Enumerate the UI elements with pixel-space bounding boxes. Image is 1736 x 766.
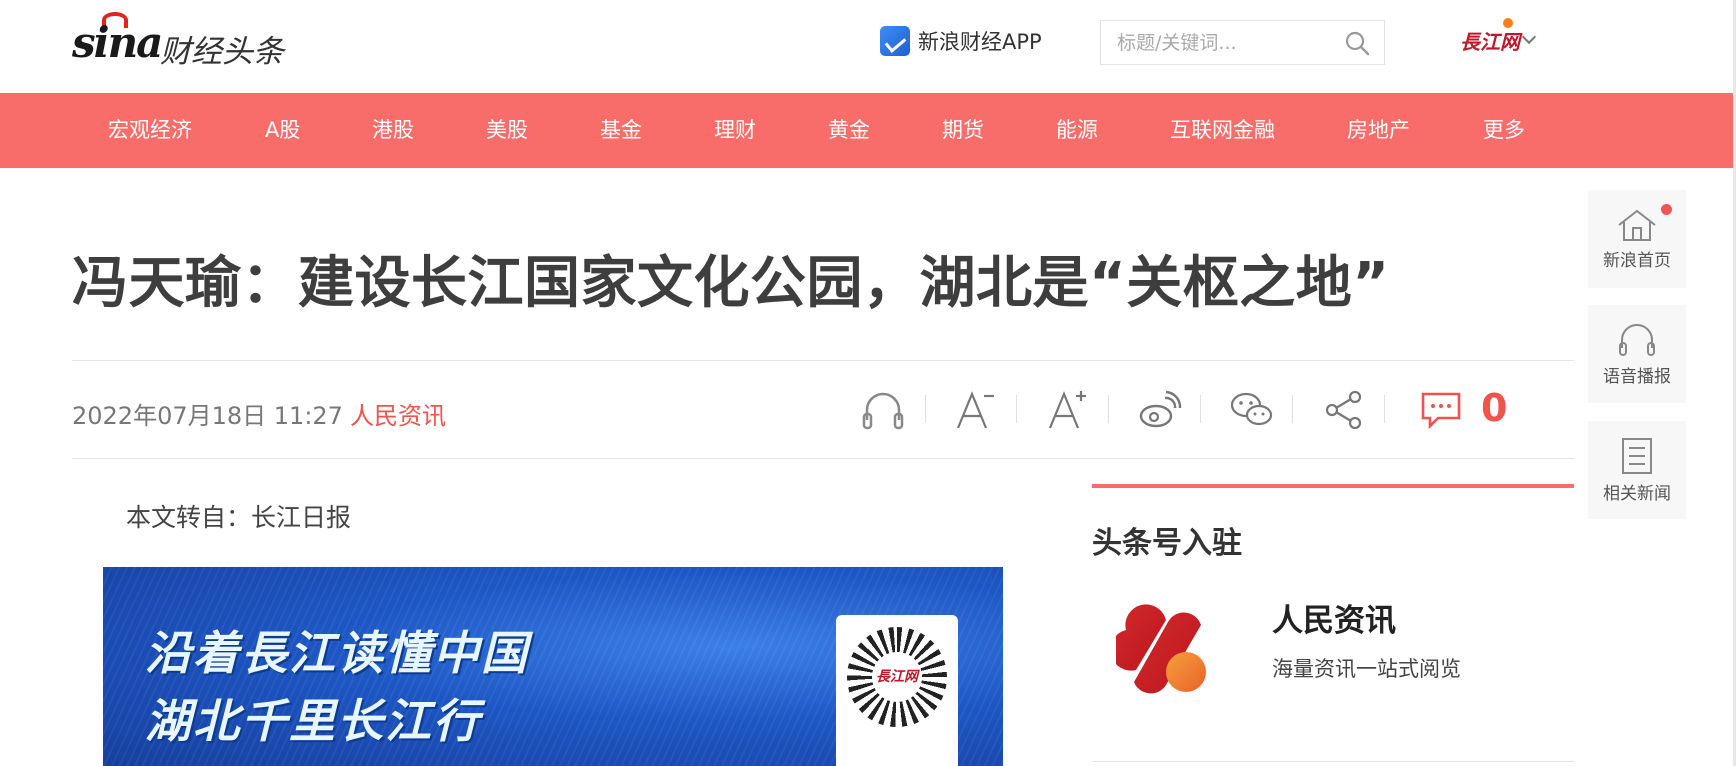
listen-button[interactable] bbox=[860, 380, 906, 440]
nav-item-internet-finance[interactable]: 互联网金融 bbox=[1170, 93, 1275, 168]
qr-caption: 扫码参与活动 bbox=[843, 746, 951, 766]
sina-finance-app-link[interactable]: 新浪财经APP bbox=[880, 24, 1042, 58]
banner-subheadline: 湖北千里长江行 bbox=[145, 694, 481, 748]
comment-count[interactable]: 0 bbox=[1481, 386, 1507, 430]
search-box bbox=[1100, 20, 1385, 65]
article-title: 冯天瑜：建设长江国家文化公园，湖北是“关枢之地” bbox=[72, 251, 1390, 316]
logo-sina-text: sina bbox=[72, 18, 163, 67]
wechat-icon bbox=[1230, 392, 1273, 426]
home-icon bbox=[1618, 209, 1656, 241]
nav-item-wealth[interactable]: 理财 bbox=[714, 93, 756, 168]
divider bbox=[925, 395, 926, 423]
chevron-down-icon[interactable] bbox=[1521, 29, 1537, 45]
share-icon bbox=[1325, 390, 1362, 430]
qr-center-logo: 長江网 bbox=[872, 652, 922, 702]
section-accent-line bbox=[1092, 484, 1574, 488]
logo-subtitle: 财经头条 bbox=[160, 34, 284, 70]
author-avatar[interactable] bbox=[1116, 600, 1216, 700]
nav-item-us-stocks[interactable]: 美股 bbox=[486, 93, 528, 168]
author-name[interactable]: 人民资讯 bbox=[1272, 595, 1396, 640]
audio-broadcast-button[interactable]: 语音播报 bbox=[1588, 305, 1686, 403]
nav-item-a-shares[interactable]: A股 bbox=[265, 93, 300, 168]
share-button[interactable] bbox=[1321, 380, 1367, 440]
divider bbox=[72, 360, 1574, 361]
sina-finance-logo[interactable]: sina 财经头条 bbox=[72, 12, 292, 72]
author-description: 海量资讯一站式阅览 bbox=[1272, 657, 1461, 681]
publish-date: 2022年07月18日 11:27 bbox=[72, 402, 343, 430]
nav-item-gold[interactable]: 黄金 bbox=[828, 93, 870, 168]
weibo-icon bbox=[1139, 390, 1182, 428]
divider bbox=[1016, 395, 1017, 423]
nav-item-more[interactable]: 更多 bbox=[1483, 93, 1525, 168]
search-input[interactable] bbox=[1101, 21, 1341, 64]
divider bbox=[1292, 395, 1293, 423]
divider bbox=[1384, 395, 1385, 423]
side-label-home: 新浪首页 bbox=[1603, 250, 1671, 271]
font-decrease-button[interactable] bbox=[953, 380, 999, 440]
nav-item-futures[interactable]: 期货 bbox=[942, 93, 984, 168]
nav-item-real-estate[interactable]: 房地产 bbox=[1347, 93, 1410, 168]
sidebar-heading: 头条号入驻 bbox=[1092, 526, 1242, 561]
font-decrease-icon bbox=[956, 391, 994, 429]
campaign-banner-image[interactable]: 沿着長江读懂中国 湖北千里长江行 長江网 扫码参与活动 bbox=[103, 567, 1003, 766]
app-link-label: 新浪财经APP bbox=[918, 30, 1042, 54]
nav-item-macro[interactable]: 宏观经济 bbox=[108, 93, 192, 168]
comment-icon bbox=[1421, 392, 1461, 430]
divider bbox=[1108, 395, 1109, 423]
divider bbox=[1092, 761, 1574, 762]
notification-dot bbox=[1661, 204, 1672, 215]
comment-button[interactable] bbox=[1418, 380, 1464, 440]
font-increase-button[interactable] bbox=[1045, 380, 1091, 440]
side-label-related: 相关新闻 bbox=[1603, 483, 1671, 504]
sina-home-button[interactable]: 新浪首页 bbox=[1588, 190, 1686, 288]
banner-headline: 沿着長江读懂中国 bbox=[145, 626, 529, 680]
related-news-button[interactable]: 相关新闻 bbox=[1588, 421, 1686, 519]
nav-item-energy[interactable]: 能源 bbox=[1056, 93, 1098, 168]
nav-item-funds[interactable]: 基金 bbox=[600, 93, 642, 168]
app-icon bbox=[880, 26, 910, 56]
divider bbox=[1200, 395, 1201, 423]
article-source-link[interactable]: 人民资讯 bbox=[350, 396, 446, 431]
divider bbox=[72, 458, 1574, 459]
qr-code: 長江网 扫码参与活动 bbox=[836, 615, 958, 766]
notification-dot bbox=[1503, 18, 1513, 28]
article-source-note: 本文转自：长江日报 bbox=[126, 503, 352, 532]
search-icon[interactable] bbox=[1344, 30, 1370, 56]
channel-nav: 宏观经济 A股 港股 美股 基金 理财 黄金 期货 能源 互联网金融 房地产 更… bbox=[0, 93, 1736, 168]
changjiang-logo[interactable]: 長江网 bbox=[1460, 26, 1520, 55]
share-weibo-button[interactable] bbox=[1137, 380, 1183, 440]
nav-item-hk-stocks[interactable]: 港股 bbox=[372, 93, 414, 168]
headphones-icon bbox=[862, 392, 904, 430]
side-label-audio: 语音播报 bbox=[1603, 366, 1671, 387]
font-increase-icon bbox=[1048, 391, 1086, 429]
document-list-icon bbox=[1622, 437, 1652, 474]
site-header: sina 财经头条 新浪财经APP 長江网 bbox=[0, 0, 1736, 92]
headphones-icon bbox=[1619, 323, 1655, 356]
share-wechat-button[interactable] bbox=[1229, 380, 1275, 440]
